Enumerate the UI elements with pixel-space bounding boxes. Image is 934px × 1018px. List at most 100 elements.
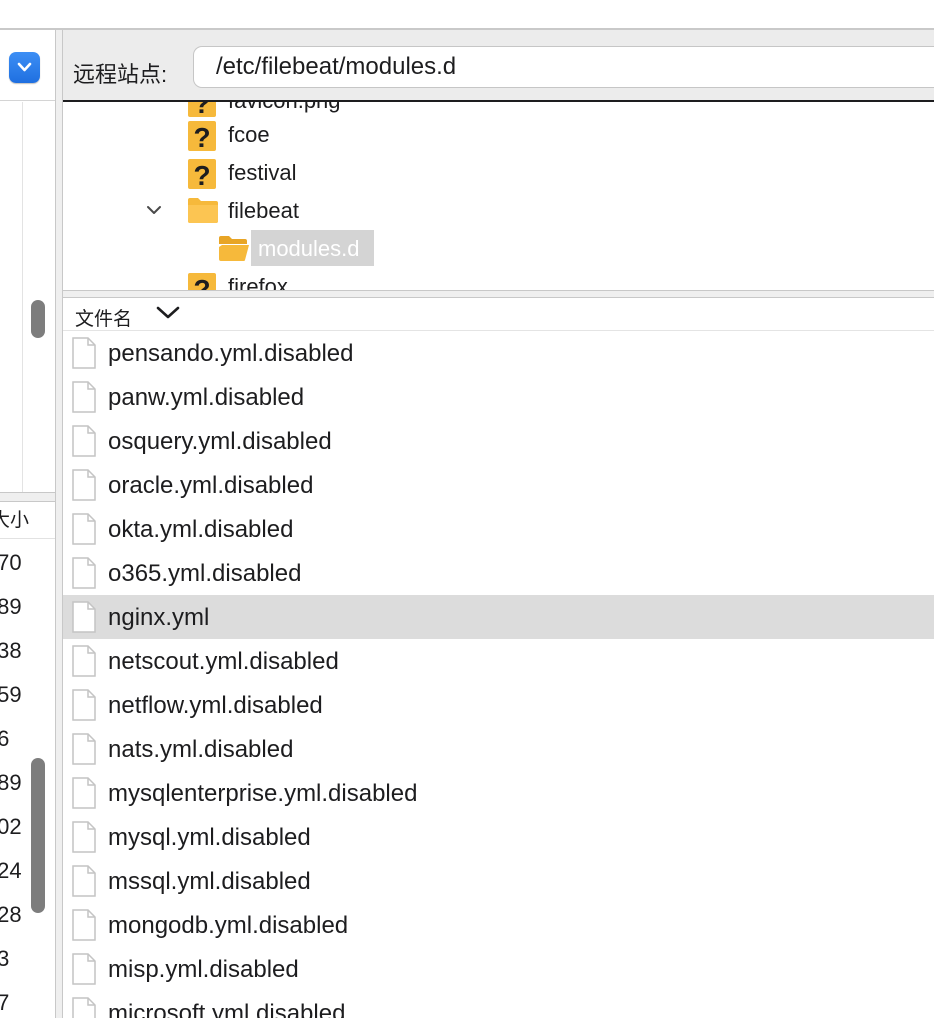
unknown-file-icon: ?	[188, 159, 216, 190]
tree-item-selected[interactable]: modules.d	[63, 230, 934, 266]
chevron-down-icon	[17, 62, 32, 72]
file-icon	[71, 821, 97, 858]
file-name: oracle.yml.disabled	[108, 472, 314, 499]
remote-pane-splitter[interactable]	[63, 290, 934, 298]
file-icon	[71, 381, 97, 418]
file-row[interactable]: netscout.yml.disabled	[63, 639, 934, 683]
sort-chevron-down-icon[interactable]	[155, 304, 181, 322]
window-top-strip	[0, 0, 934, 28]
local-site-dropdown-button[interactable]	[9, 52, 40, 83]
size-cell: ,59	[0, 682, 22, 707]
file-icon	[71, 513, 97, 550]
local-tree-pane	[0, 30, 55, 492]
unknown-file-icon: ?	[188, 121, 216, 152]
folder-open-icon	[219, 236, 249, 261]
file-name: nginx.yml	[108, 604, 210, 631]
file-name: netflow.yml.disabled	[108, 692, 323, 719]
file-row[interactable]: pensando.yml.disabled	[63, 331, 934, 375]
svg-text:?: ?	[193, 122, 210, 152]
file-icon	[71, 997, 97, 1018]
file-icon	[71, 337, 97, 374]
remote-site-label: 远程站点:	[73, 62, 168, 87]
file-list-header[interactable]: 文件名	[63, 298, 934, 331]
file-icon	[71, 557, 97, 594]
local-tree-divider	[22, 102, 23, 492]
file-row[interactable]: okta.yml.disabled	[63, 507, 934, 551]
remote-directory-tree: ? favicon.png ? fcoe ? festival filebeat	[63, 102, 934, 290]
tree-item-label: fcoe	[228, 122, 270, 147]
filename-column-header[interactable]: 文件名	[75, 304, 132, 331]
file-row[interactable]: oracle.yml.disabled	[63, 463, 934, 507]
file-icon	[71, 865, 97, 902]
local-file-list: ,70 ,89 ,38 ,59 ,6 ,89 ,02 ,24 ,28 ,3 ,7	[0, 538, 30, 1018]
size-cell: ,28	[0, 902, 22, 927]
file-row[interactable]: osquery.yml.disabled	[63, 419, 934, 463]
file-name: mongodb.yml.disabled	[108, 912, 349, 939]
tree-item[interactable]: ? fcoe	[63, 116, 934, 152]
file-name: osquery.yml.disabled	[108, 428, 332, 455]
file-row[interactable]: mssql.yml.disabled	[63, 859, 934, 903]
tree-item-label: filebeat	[228, 198, 299, 223]
size-cell: ,89	[0, 770, 22, 795]
tree-item-label: favicon.png	[228, 102, 341, 114]
size-cell: ,38	[0, 638, 22, 663]
remote-path-input[interactable]	[193, 46, 934, 88]
file-name: pensando.yml.disabled	[108, 340, 354, 367]
pane-vertical-splitter[interactable]	[55, 30, 63, 1018]
size-cell: ,6	[0, 726, 10, 751]
size-cell: ,7	[0, 990, 10, 1015]
file-row[interactable]: mysqlenterprise.yml.disabled	[63, 771, 934, 815]
svg-text:?: ?	[193, 274, 210, 290]
size-cell: ,3	[0, 946, 10, 971]
file-row[interactable]: mongodb.yml.disabled	[63, 903, 934, 947]
file-icon	[71, 689, 97, 726]
remote-file-list: pensando.yml.disabled panw.yml.disabled os…	[63, 331, 934, 1018]
file-row[interactable]: mysql.yml.disabled	[63, 815, 934, 859]
unknown-file-icon: ?	[188, 273, 216, 290]
file-name: mysql.yml.disabled	[108, 824, 311, 851]
tree-item-label: firefox	[228, 274, 288, 290]
tree-item[interactable]: ? firefox	[63, 268, 934, 290]
file-name: panw.yml.disabled	[108, 384, 305, 411]
svg-text:?: ?	[193, 160, 210, 190]
file-name: misp.yml.disabled	[108, 956, 299, 983]
size-cell: ,02	[0, 814, 22, 839]
file-name: mysqlenterprise.yml.disabled	[108, 780, 418, 807]
size-cell: ,24	[0, 858, 22, 883]
file-row[interactable]: o365.yml.disabled	[63, 551, 934, 595]
file-icon	[71, 425, 97, 462]
size-cell: ,70	[0, 550, 22, 575]
file-icon	[71, 909, 97, 946]
size-cell: ,89	[0, 594, 22, 619]
file-name: microsoft.yml.disabled	[108, 1000, 346, 1018]
size-column-header[interactable]: 大小	[0, 504, 55, 539]
folder-icon	[188, 198, 218, 223]
file-icon	[71, 733, 97, 770]
local-file-list-scrollbar[interactable]	[31, 758, 45, 913]
file-name: o365.yml.disabled	[108, 560, 302, 587]
local-pane-splitter[interactable]	[0, 492, 55, 502]
file-row[interactable]: netflow.yml.disabled	[63, 683, 934, 727]
local-bar-divider	[0, 100, 55, 101]
file-icon	[71, 777, 97, 814]
file-row[interactable]: microsoft.yml.disabled	[63, 991, 934, 1018]
file-row[interactable]: nats.yml.disabled	[63, 727, 934, 771]
remote-site-bar: 远程站点:	[63, 30, 934, 100]
local-pane: 大小 ,70 ,89 ,38 ,59 ,6 ,89 ,02 ,24 ,28 ,3 ,7	[0, 30, 55, 1018]
file-icon	[71, 601, 97, 638]
file-icon	[71, 469, 97, 506]
tree-item-label: festival	[228, 160, 297, 185]
size-column-header-label: 大小	[0, 510, 30, 531]
file-name: nats.yml.disabled	[108, 736, 294, 763]
file-name: okta.yml.disabled	[108, 516, 294, 543]
file-row[interactable]: misp.yml.disabled	[63, 947, 934, 991]
tree-item[interactable]: filebeat	[63, 192, 934, 228]
chevron-down-icon[interactable]	[145, 204, 163, 216]
file-name: mssql.yml.disabled	[108, 868, 311, 895]
file-row[interactable]: panw.yml.disabled	[63, 375, 934, 419]
file-icon	[71, 645, 97, 682]
local-tree-scrollbar[interactable]	[31, 300, 45, 338]
tree-item[interactable]: ? festival	[63, 154, 934, 190]
file-row-selected[interactable]: nginx.yml	[63, 595, 934, 639]
file-icon	[71, 953, 97, 990]
